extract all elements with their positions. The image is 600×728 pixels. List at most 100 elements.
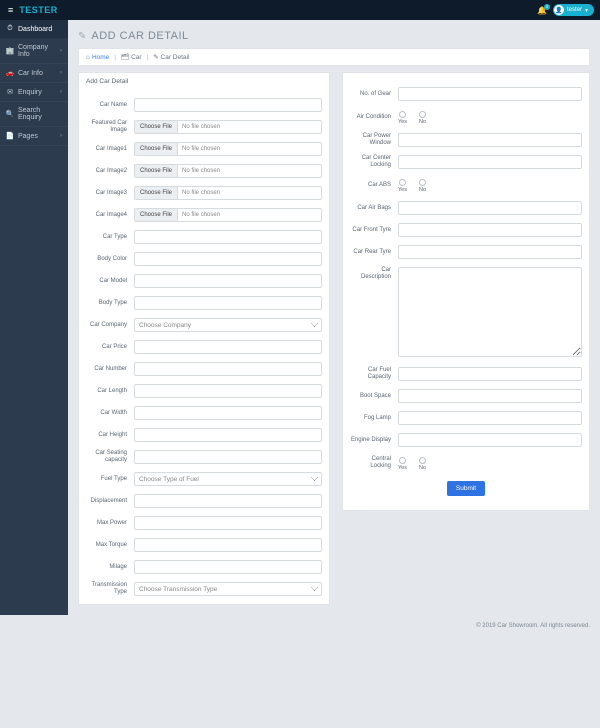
rear-tyre-input[interactable]	[398, 245, 582, 259]
company-select[interactable]: Choose Company	[134, 318, 322, 332]
label-air-bags: Car Air Bags	[350, 205, 398, 212]
file-status: No file chosen	[178, 124, 224, 130]
power-window-input[interactable]	[398, 133, 582, 147]
topbar: ≡ TESTER 🔔 0 👤 tester ▾	[0, 0, 600, 20]
choose-file-button[interactable]: Choose File	[135, 209, 178, 221]
breadcrumb-car[interactable]: 🗂 Car	[121, 53, 142, 61]
engine-display-input[interactable]	[398, 433, 582, 447]
image2-file[interactable]: Choose FileNo file chosen	[134, 164, 322, 178]
brand-logo: TESTER	[19, 5, 58, 15]
radio-yes[interactable]	[399, 111, 406, 118]
image3-file[interactable]: Choose FileNo file chosen	[134, 186, 322, 200]
choose-file-button[interactable]: Choose File	[135, 187, 178, 199]
enquiry-icon: ✉	[6, 88, 14, 96]
bell-icon[interactable]: 🔔 0	[537, 6, 547, 15]
body-type-input[interactable]	[134, 296, 322, 310]
label-milage: Milage	[86, 564, 134, 571]
sidebar-item-label: Company Info	[18, 44, 60, 58]
car-name-input[interactable]	[134, 98, 322, 112]
front-tyre-input[interactable]	[398, 223, 582, 237]
label-image1: Car Image1	[86, 146, 134, 153]
sidebar: ⏱Dashboard 🏢 Company Info › 🚗Car Info › ✉…	[0, 20, 68, 615]
height-input[interactable]	[134, 428, 322, 442]
fog-lamp-input[interactable]	[398, 411, 582, 425]
avatar-icon: 👤	[554, 5, 564, 15]
label-number: Car Number	[86, 366, 134, 373]
edit-icon: ✎	[153, 54, 158, 61]
breadcrumb-detail: ✎ Car Detail	[153, 53, 189, 61]
radio-no[interactable]	[419, 457, 426, 464]
fuel-type-select[interactable]: Choose Type of Fuel	[134, 472, 322, 486]
radio-yes[interactable]	[399, 179, 406, 186]
footer-text: © 2019 Car Showroom. All rights reserved…	[0, 615, 600, 637]
sidebar-item-enquiry[interactable]: ✉Enquiry ›	[0, 83, 68, 102]
radio-no[interactable]	[419, 179, 426, 186]
chevron-right-icon: ›	[60, 89, 62, 95]
number-input[interactable]	[134, 362, 322, 376]
label-seating: Car Seating capacity	[86, 450, 134, 464]
boot-space-input[interactable]	[398, 389, 582, 403]
description-textarea[interactable]	[398, 267, 582, 357]
sidebar-item-car-info[interactable]: 🚗Car Info ›	[0, 64, 68, 83]
label-price: Car Price	[86, 344, 134, 351]
page-title: ADD CAR DETAIL	[91, 30, 188, 42]
card-right: No. of Gear Air Condition Yes No Car Pow…	[342, 72, 590, 511]
no-of-gear-input[interactable]	[398, 87, 582, 101]
car-type-input[interactable]	[134, 230, 322, 244]
image4-file[interactable]: Choose FileNo file chosen	[134, 208, 322, 222]
radio-no[interactable]	[419, 111, 426, 118]
fuel-capacity-input[interactable]	[398, 367, 582, 381]
label-width: Car Width	[86, 410, 134, 417]
label-fuel-capacity: Car Fuel Capacity	[350, 367, 398, 381]
folder-icon: 🗂	[121, 54, 129, 61]
max-power-input[interactable]	[134, 516, 322, 530]
submit-button[interactable]: Submit	[447, 481, 485, 496]
chevron-right-icon: ›	[60, 133, 62, 139]
milage-input[interactable]	[134, 560, 322, 574]
choose-file-button[interactable]: Choose File	[135, 165, 178, 177]
displacement-input[interactable]	[134, 494, 322, 508]
width-input[interactable]	[134, 406, 322, 420]
transmission-select[interactable]: Choose Transmission Type	[134, 582, 322, 596]
max-torque-input[interactable]	[134, 538, 322, 552]
choose-file-button[interactable]: Choose File	[135, 143, 178, 155]
car-model-input[interactable]	[134, 274, 322, 288]
sidebar-item-label: Pages	[18, 133, 38, 140]
company-icon: 🏢	[6, 47, 14, 55]
menu-toggle-icon[interactable]: ≡	[8, 5, 13, 15]
notification-badge: 0	[544, 4, 550, 10]
label-fog-lamp: Fog Lamp	[350, 415, 398, 422]
body-color-input[interactable]	[134, 252, 322, 266]
label-max-power: Max Power	[86, 520, 134, 527]
car-icon: 🚗	[6, 69, 14, 77]
label-rear-tyre: Car Rear Tyre	[350, 249, 398, 256]
abs-radio: Yes No	[398, 177, 582, 193]
air-condition-radio: Yes No	[398, 109, 582, 125]
sidebar-item-label: Search Enquiry	[18, 107, 62, 121]
label-air-condition: Air Condition	[350, 114, 398, 121]
label-company: Car Company	[86, 322, 134, 329]
air-bags-input[interactable]	[398, 201, 582, 215]
seating-input[interactable]	[134, 450, 322, 464]
choose-file-button[interactable]: Choose File	[135, 121, 178, 133]
image1-file[interactable]: Choose FileNo file chosen	[134, 142, 322, 156]
label-center-locking: Car Center Locking	[350, 155, 398, 169]
label-power-window: Car Power Window	[350, 133, 398, 147]
sidebar-item-label: Dashboard	[18, 26, 52, 33]
edit-icon: ✎	[78, 31, 86, 42]
breadcrumb-home[interactable]: ⌂ Home	[86, 54, 109, 61]
sidebar-item-search-enquiry[interactable]: 🔍Search Enquiry	[0, 102, 68, 127]
price-input[interactable]	[134, 340, 322, 354]
card-add-car-detail: Add Car Detail Car Name Featured Car Ima…	[78, 72, 330, 605]
breadcrumb: ⌂ Home | 🗂 Car | ✎ Car Detail	[78, 48, 590, 66]
radio-yes[interactable]	[399, 457, 406, 464]
sidebar-item-pages[interactable]: 📄Pages ›	[0, 127, 68, 146]
file-status: No file chosen	[178, 146, 224, 152]
center-locking-input[interactable]	[398, 155, 582, 169]
label-abs: Car ABS	[350, 182, 398, 189]
featured-image-file[interactable]: Choose FileNo file chosen	[134, 120, 322, 134]
length-input[interactable]	[134, 384, 322, 398]
sidebar-item-dashboard[interactable]: ⏱Dashboard	[0, 20, 68, 39]
user-menu[interactable]: 👤 tester ▾	[553, 4, 594, 16]
sidebar-item-company[interactable]: 🏢Company Info ›	[0, 39, 68, 64]
